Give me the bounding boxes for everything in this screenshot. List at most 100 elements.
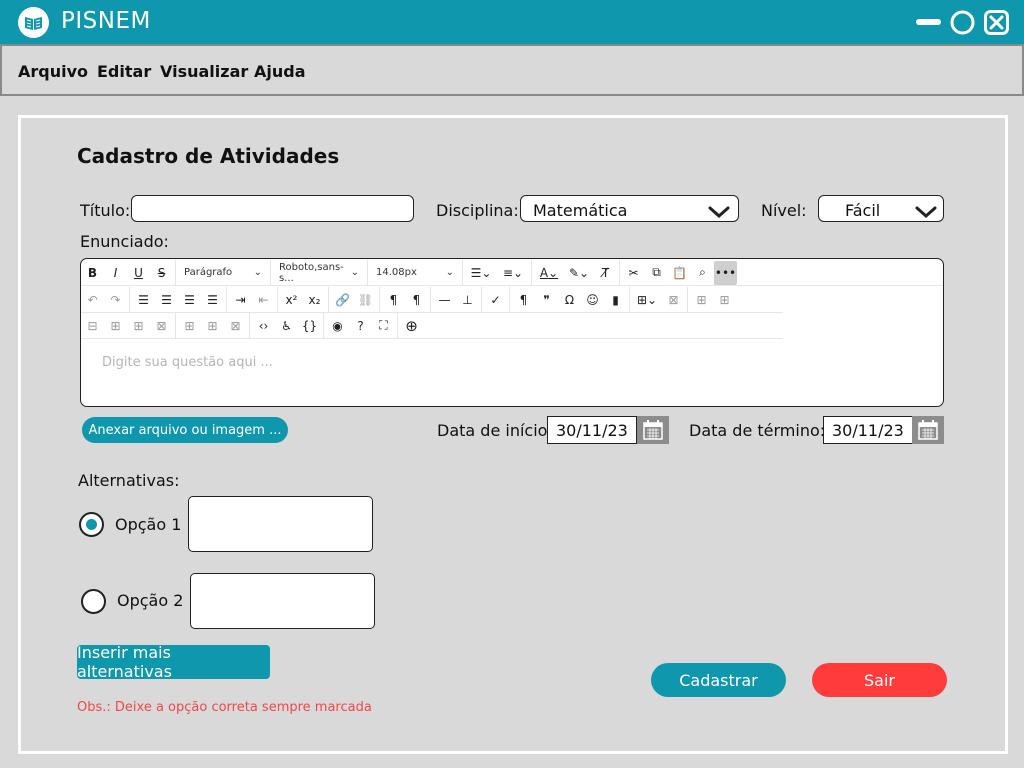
more-options-icon[interactable]: ••• [714,260,737,285]
cut-icon[interactable]: ✂ [622,261,645,285]
toolbar-divider [226,286,227,313]
chevron-down-icon [915,203,937,222]
paragraph-icon[interactable]: ¶ [512,288,535,312]
toolbar-divider [509,286,510,313]
calendar-icon[interactable] [637,416,669,444]
spellcheck-icon[interactable]: ✓ [484,288,507,312]
align-right-icon[interactable]: ☰ [178,288,201,312]
rtl-icon[interactable]: ¶ [405,288,428,312]
menu-visualizar[interactable]: Visualizar [160,62,248,81]
toolbar-divider [531,259,532,286]
accessibility-icon[interactable]: ♿ [275,314,298,338]
format-block-select[interactable]: Parágrafo ⌄ [178,261,268,285]
bold-icon[interactable]: B [81,261,104,285]
toolbar-divider [462,259,463,286]
clear-format-icon[interactable]: T̸ [594,261,617,285]
highlight-color-icon[interactable]: ✎⌄ [564,261,594,285]
table-insert-row-after-icon[interactable]: ⊞ [104,314,127,338]
table-insert-col-before-icon[interactable]: ⊞ [178,314,201,338]
delete-table-icon[interactable]: ⊠ [662,288,685,312]
maximize-icon[interactable] [950,10,975,35]
end-date-input[interactable]: 30/11/23 [823,416,913,444]
toolbar-divider [379,286,380,313]
menu-arquivo[interactable]: Arquivo [18,62,88,81]
nivel-label: Nível: [761,201,807,220]
toolbar-divider [270,259,271,286]
table-insert-row-before-icon[interactable]: ⊟ [81,314,104,338]
attach-file-button[interactable]: Anexar arquivo ou imagem ... [82,417,288,443]
subscript-icon[interactable]: x₂ [303,288,326,312]
toolbar-divider [629,286,630,313]
add-alternatives-button[interactable]: Inserir mais alternativas [77,643,270,681]
ltr-icon[interactable]: ¶ [382,288,405,312]
nivel-select[interactable]: Fácil [818,195,944,222]
save-button[interactable]: Cadastrar [651,663,786,697]
indent-icon[interactable]: ⇥ [229,288,252,312]
table-delete-row-icon[interactable]: ⊞ [127,314,150,338]
option-1-radio[interactable] [79,512,104,537]
start-date-input[interactable]: 30/11/23 [547,416,637,444]
table-row-icon[interactable]: ⊞ [690,288,713,312]
template-icon[interactable]: {} [298,314,321,338]
option-2-radio[interactable] [81,589,106,614]
end-date-label: Data de término: [689,421,826,440]
align-justify-icon[interactable]: ☰ [201,288,224,312]
undo-icon[interactable]: ↶ [81,288,104,312]
editor-placeholder[interactable]: Digite sua questão aqui ... [102,355,273,370]
bookmark-icon[interactable]: ▮ [604,288,627,312]
link-icon[interactable]: 🔗 [331,288,354,312]
toolbar-divider [619,259,620,286]
editor-toolbar-row-2: ↶ ↷ ☰ ☰ ☰ ☰ ⇥ ⇤ x² x₂ 🔗 ⛓ ¶ ¶ — ⊥ ✓ ¶ ❞ … [81,286,783,313]
titulo-input[interactable] [131,195,414,222]
add-icon[interactable]: ⊕ [400,314,423,338]
text-color-icon[interactable]: A⌄ [534,261,564,285]
option-1-input[interactable] [188,496,373,552]
strikethrough-icon[interactable]: S [150,261,173,285]
toolbar-divider [328,286,329,313]
outdent-icon[interactable]: ⇤ [252,288,275,312]
table-cell-icon[interactable]: ⊠ [150,314,173,338]
note-text: Obs.: Deixe a opção correta sempre marca… [77,700,372,715]
unlink-icon[interactable]: ⛓ [354,288,377,312]
calendar-icon[interactable] [912,416,944,444]
editor-toolbar-row-3: ⊟ ⊞ ⊞ ⊠ ⊞ ⊞ ⊠ ‹› ♿ {} ◉ ? ⛶ ⊕ [81,312,783,339]
horizontal-line-icon[interactable]: — [433,288,456,312]
form-title: Cadastro de Atividades [77,144,340,168]
minimize-icon[interactable] [916,10,941,35]
paste-icon[interactable]: 📋 [668,261,691,285]
emoji-icon[interactable]: ☺ [581,288,604,312]
help-icon[interactable]: ? [349,314,372,338]
search-icon[interactable]: ⌕ [691,261,714,285]
table-delete-col-icon[interactable]: ⊠ [224,314,247,338]
format-block-value: Parágrafo [184,267,233,278]
toolbar-divider [397,312,398,339]
table-icon[interactable]: ⊞⌄ [632,288,662,312]
editor-toolbar-row-1: B I U S Parágrafo ⌄ Roboto,sans-s... ⌄ 14.… [81,259,943,286]
disciplina-select[interactable]: Matemática [520,195,739,222]
numbered-list-icon[interactable]: ≡⌄ [497,261,529,285]
italic-icon[interactable]: I [104,261,127,285]
menu-ajuda[interactable]: Ajuda [254,62,306,81]
superscript-icon[interactable]: x² [280,288,303,312]
redo-icon[interactable]: ↷ [104,288,127,312]
copy-icon[interactable]: ⧉ [645,261,668,285]
fullscreen-icon[interactable]: ⛶ [372,314,395,338]
code-icon[interactable]: ‹› [252,314,275,338]
preview-icon[interactable]: ◉ [326,314,349,338]
exit-button[interactable]: Sair [812,663,947,697]
special-char-icon[interactable]: Ω [558,288,581,312]
underline-icon[interactable]: U [127,261,150,285]
font-size-select[interactable]: 14.08px ⌄ [370,261,460,285]
blockquote-icon[interactable]: ❞ [535,288,558,312]
align-left-icon[interactable]: ☰ [132,288,155,312]
option-2-input[interactable] [190,573,375,629]
enunciado-label: Enunciado: [80,232,169,251]
menu-editar[interactable]: Editar [97,62,151,81]
insert-below-icon[interactable]: ⊥ [456,288,479,312]
bullet-list-icon[interactable]: ☰⌄ [465,261,497,285]
font-family-select[interactable]: Roboto,sans-s... ⌄ [273,261,365,285]
close-icon[interactable] [984,10,1009,35]
align-center-icon[interactable]: ☰ [155,288,178,312]
table-insert-col-after-icon[interactable]: ⊞ [201,314,224,338]
table-col-icon[interactable]: ⊞ [713,288,736,312]
